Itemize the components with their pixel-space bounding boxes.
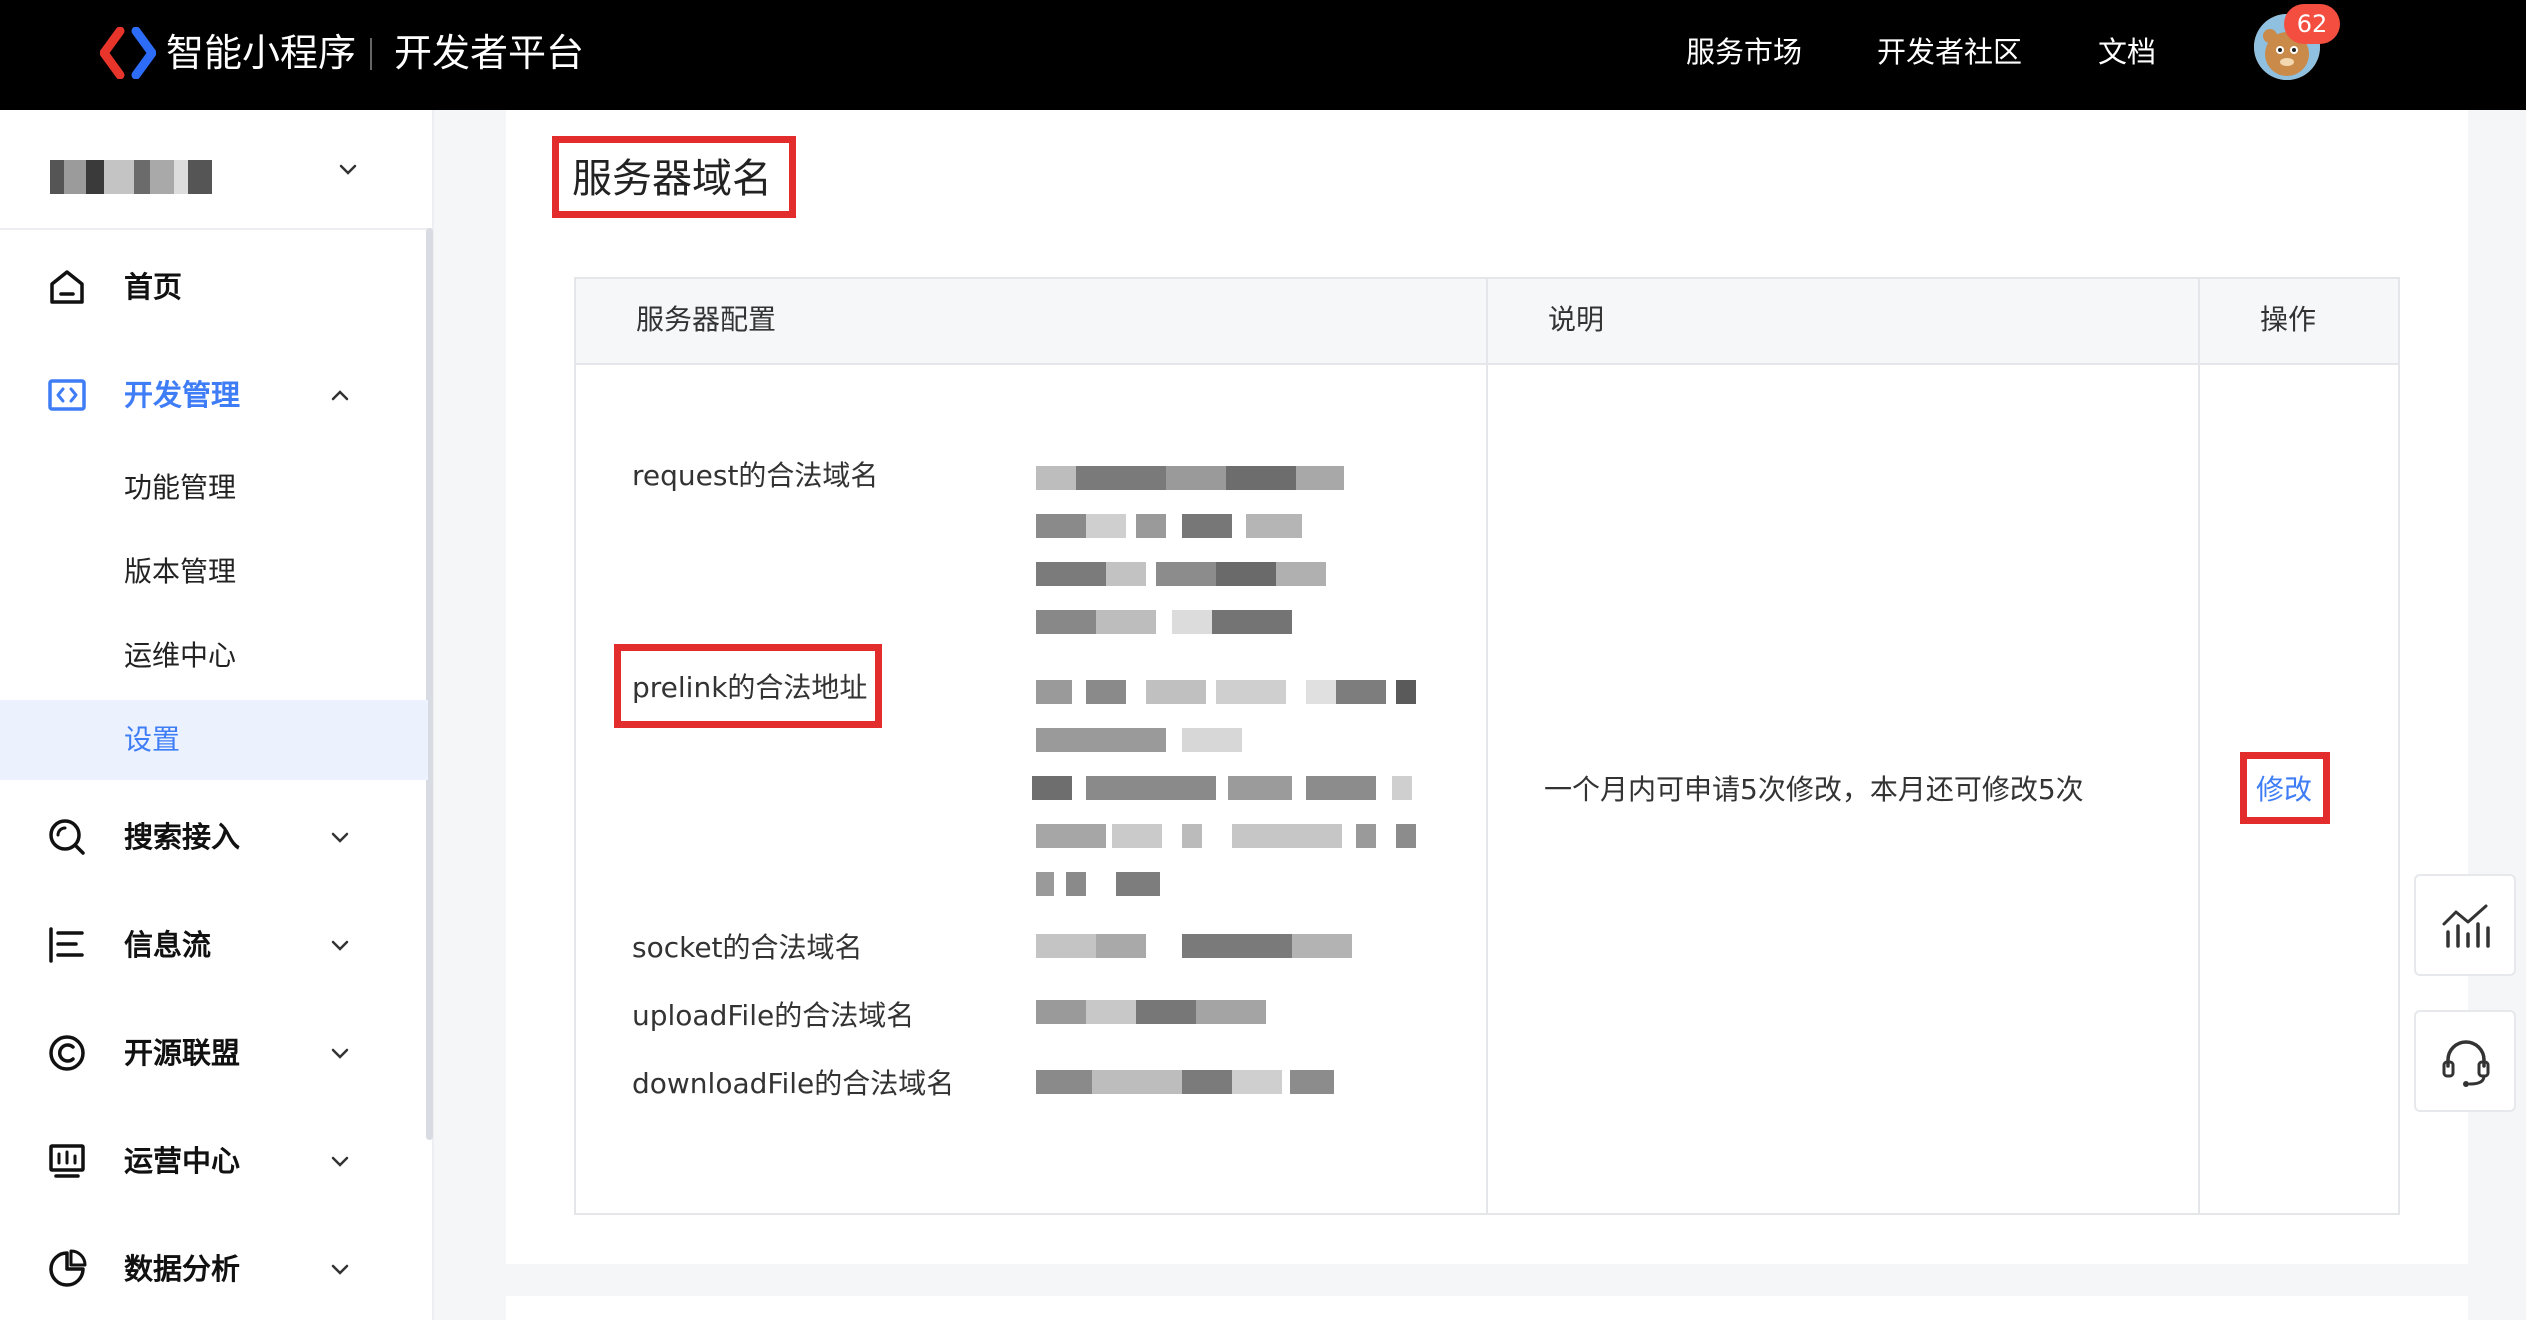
sidebar-item-label: 首页 <box>124 270 183 304</box>
submenu-item-settings[interactable]: 设置 <box>0 700 428 780</box>
redacted-uploadfile-domain <box>1036 1000 1276 1024</box>
operations-icon <box>49 1144 85 1178</box>
redacted-request-domain-3 <box>1036 562 1336 586</box>
notification-badge[interactable]: 62 <box>2284 4 2340 44</box>
submenu-item-label: 设置 <box>124 723 181 756</box>
highlight-box-title <box>552 136 796 218</box>
highlight-box-modify <box>2240 752 2330 824</box>
top-bar: 智能小程序 开发者平台 服务市场 开发者社区 文档 62 <box>0 0 2526 110</box>
nav-developer-community[interactable]: 开发者社区 <box>1877 32 2022 72</box>
app-switcher[interactable] <box>0 110 432 230</box>
redacted-prelink-address-1 <box>1036 680 1422 704</box>
submenu-item-label: 运维中心 <box>124 639 237 672</box>
analytics-icon <box>49 1249 87 1287</box>
chevron-down-icon[interactable] <box>326 1040 354 1068</box>
redacted-prelink-address-2 <box>1036 728 1246 752</box>
chevron-down-icon[interactable] <box>326 932 354 960</box>
row-label-socket: socket的合法域名 <box>632 931 863 964</box>
stats-float-button[interactable] <box>2414 874 2516 976</box>
brand-name[interactable]: 智能小程序 <box>166 30 356 76</box>
chevron-down-icon[interactable] <box>326 1256 354 1284</box>
row-label-uploadfile: uploadFile的合法域名 <box>632 999 915 1032</box>
submenu-item-label: 功能管理 <box>124 471 237 504</box>
code-icon <box>48 379 86 411</box>
logo-icon[interactable] <box>100 27 156 79</box>
redacted-prelink-address-5 <box>1036 872 1166 896</box>
next-section-card <box>506 1296 2468 1320</box>
redacted-request-domain-4 <box>1036 610 1306 634</box>
redacted-request-domain-2 <box>1036 514 1326 538</box>
redacted-downloadfile-domain <box>1036 1070 1346 1094</box>
sidebar-item-label: 开发管理 <box>124 378 241 412</box>
redacted-prelink-address-3 <box>1032 776 1422 800</box>
alliance-icon <box>49 1035 85 1071</box>
row-label-downloadfile: downloadFile的合法域名 <box>632 1067 955 1100</box>
nav-service-market[interactable]: 服务市场 <box>1686 32 1802 72</box>
column-header-config: 服务器配置 <box>636 303 777 336</box>
redacted-socket-domain <box>1036 934 1376 958</box>
submenu-item-versions[interactable]: 版本管理 <box>0 532 428 612</box>
submenu-item-ops-center[interactable]: 运维中心 <box>0 616 428 696</box>
sidebar-item-open-source-alliance[interactable]: 开源联盟 <box>0 1018 428 1088</box>
app-name-redacted <box>50 160 212 194</box>
chevron-down-icon[interactable] <box>334 156 362 184</box>
chevron-up-icon[interactable] <box>326 382 354 410</box>
sidebar-item-label: 开源联盟 <box>124 1036 241 1070</box>
column-header-description: 说明 <box>1548 303 1605 336</box>
sidebar-item-label: 运营中心 <box>124 1144 241 1178</box>
redacted-prelink-address-4 <box>1036 824 1422 848</box>
submenu-item-label: 版本管理 <box>124 555 237 588</box>
column-header-action: 操作 <box>2260 303 2317 336</box>
sidebar-item-label: 搜索接入 <box>124 820 241 854</box>
sidebar-item-dev-management[interactable]: 开发管理 <box>0 360 428 430</box>
redacted-request-domain-1 <box>1036 466 1366 490</box>
sidebar-item-operations[interactable]: 运营中心 <box>0 1126 428 1196</box>
sidebar-item-analytics[interactable]: 数据分析 <box>0 1234 428 1304</box>
sidebar-item-feed[interactable]: 信息流 <box>0 910 428 980</box>
chevron-down-icon[interactable] <box>326 824 354 852</box>
search-icon <box>49 819 85 855</box>
headset-icon <box>2442 1040 2490 1087</box>
support-float-button[interactable] <box>2414 1010 2516 1112</box>
modification-quota-text: 一个月内可申请5次修改，本月还可修改5次 <box>1544 773 2084 806</box>
column-divider <box>2198 279 2200 1213</box>
column-divider <box>1486 279 1488 1213</box>
home-icon <box>50 270 84 304</box>
sidebar-item-search-access[interactable]: 搜索接入 <box>0 802 428 872</box>
brand-divider <box>370 38 372 70</box>
row-label-request: request的合法域名 <box>632 459 879 492</box>
chevron-down-icon[interactable] <box>326 1148 354 1176</box>
sidebar-item-home[interactable]: 首页 <box>0 252 428 322</box>
sidebar-item-label: 数据分析 <box>124 1252 241 1286</box>
platform-name[interactable]: 开发者平台 <box>394 30 584 76</box>
sidebar-item-label: 信息流 <box>124 928 212 962</box>
submenu-item-features[interactable]: 功能管理 <box>0 448 428 528</box>
sidebar: 首页 开发管理 功能管理 版本管理 运维中心 设置 搜索接入 信息流 开源联盟 … <box>0 110 434 1320</box>
chart-icon <box>2442 904 2490 948</box>
highlight-box-prelink <box>614 644 882 728</box>
feed-icon <box>49 927 84 963</box>
nav-docs[interactable]: 文档 <box>2098 32 2156 72</box>
